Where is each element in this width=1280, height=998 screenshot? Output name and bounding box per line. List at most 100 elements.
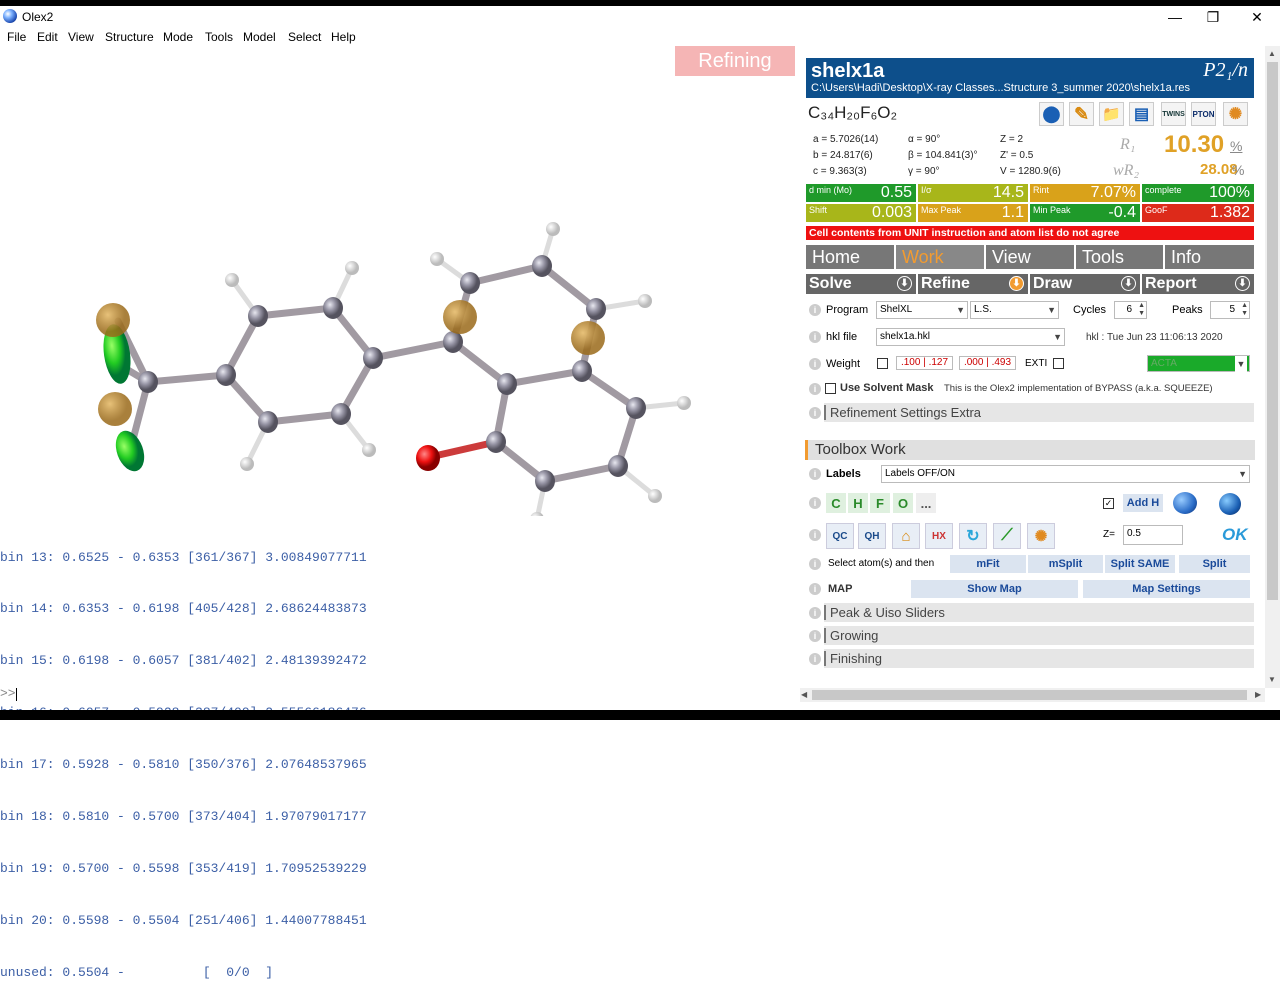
info-icon[interactable]: i xyxy=(809,407,821,419)
info-icon[interactable]: i xyxy=(809,558,821,570)
stat-completeness[interactable]: complete 100% xyxy=(1142,184,1254,202)
info-icon[interactable]: i xyxy=(809,358,821,370)
toolbox-work-header[interactable]: Toolbox Work xyxy=(805,440,1255,460)
add-h-button[interactable]: Add H xyxy=(1123,494,1163,512)
panel-horizontal-scrollbar[interactable]: ◀ ▶ xyxy=(800,688,1265,702)
info-icon[interactable]: i xyxy=(809,529,821,541)
tab-view[interactable]: View xyxy=(986,245,1074,269)
ok-button[interactable]: OK xyxy=(1222,525,1248,545)
settings-icon[interactable]: ✺ xyxy=(1223,102,1248,126)
folder-icon[interactable]: 📁 xyxy=(1099,102,1124,126)
show-map-button[interactable]: Show Map xyxy=(911,580,1078,598)
add-h-checkbox[interactable]: ✓ xyxy=(1103,498,1114,509)
element-c-button[interactable]: C xyxy=(826,493,846,513)
stat-max-peak[interactable]: Max Peak 1.1 xyxy=(918,204,1028,222)
peaks-spinner[interactable]: 5 ▲ ▼ xyxy=(1210,301,1250,319)
menu-mode[interactable]: Mode xyxy=(163,30,193,44)
info-icon[interactable]: i xyxy=(809,630,821,642)
info-icon[interactable]: i xyxy=(809,653,821,665)
tab-info[interactable]: Info xyxy=(1165,245,1254,269)
scroll-up-icon[interactable]: ▲ xyxy=(1268,49,1276,58)
program-select[interactable]: ShelXL ▼ xyxy=(876,301,968,319)
broom-icon[interactable]: ⌂ xyxy=(892,523,920,549)
weight-suggested[interactable]: .000 | .493 xyxy=(959,356,1016,370)
scrollbar-thumb[interactable] xyxy=(812,690,1247,700)
subtab-refine[interactable]: Refine ⬇ xyxy=(918,274,1028,294)
solvent-mask-checkbox[interactable] xyxy=(825,383,836,394)
method-select[interactable]: L.S. ▼ xyxy=(970,301,1059,319)
stat-rint[interactable]: Rint 7.07% xyxy=(1030,184,1140,202)
notepad-icon[interactable]: ▤ xyxy=(1129,102,1154,126)
tab-work[interactable]: Work xyxy=(896,245,984,269)
menu-help[interactable]: Help xyxy=(331,30,356,44)
cycles-spinner[interactable]: 6 ▲ ▼ xyxy=(1114,301,1147,319)
menu-file[interactable]: File xyxy=(7,30,26,44)
split-same-button[interactable]: Split SAME xyxy=(1105,555,1175,573)
menu-edit[interactable]: Edit xyxy=(37,30,58,44)
molecule-model[interactable] xyxy=(0,46,800,516)
chemical-formula[interactable]: C₃₄H₂₀F₆O₂ xyxy=(808,103,897,123)
mfit-button[interactable]: mFit xyxy=(950,555,1026,573)
menu-view[interactable]: View xyxy=(68,30,94,44)
qh-icon[interactable]: QH xyxy=(858,523,886,549)
more-elements-button[interactable]: ... xyxy=(916,493,936,513)
menu-model[interactable]: Model xyxy=(243,30,276,44)
info-icon[interactable]: i xyxy=(809,383,821,395)
grow-icon[interactable]: ⟋ xyxy=(993,523,1021,549)
tab-home[interactable]: Home xyxy=(806,245,894,269)
weight-checkbox[interactable] xyxy=(877,358,888,369)
acta-select[interactable]: ACTA ▼ xyxy=(1147,355,1250,372)
solve-icon[interactable]: ⬤ xyxy=(1039,102,1064,126)
subtab-draw[interactable]: Draw ⬇ xyxy=(1030,274,1140,294)
space-group[interactable]: P2₁/n xyxy=(1203,59,1248,82)
element-h-button[interactable]: H xyxy=(848,493,868,513)
weight-current[interactable]: .100 | .127 xyxy=(896,356,953,370)
info-icon[interactable]: i xyxy=(809,497,821,509)
refinement-settings-extra[interactable]: Refinement Settings Extra xyxy=(824,403,1254,422)
info-icon[interactable]: i xyxy=(809,304,821,316)
pton-icon[interactable]: PTON xyxy=(1191,102,1216,126)
twins-icon[interactable]: TWINS xyxy=(1161,102,1186,126)
peak-uiso-sliders-section[interactable]: Peak & Uiso Sliders xyxy=(824,603,1254,622)
pencil-icon[interactable]: ✎ xyxy=(1069,102,1094,126)
sphere-solid-icon[interactable] xyxy=(1219,493,1241,515)
scroll-right-icon[interactable]: ▶ xyxy=(1255,690,1261,699)
stat-min-peak[interactable]: Min Peak -0.4 xyxy=(1030,204,1140,222)
exti-checkbox[interactable] xyxy=(1053,358,1064,369)
sphere-view-icon[interactable] xyxy=(1173,492,1197,514)
menu-tools[interactable]: Tools xyxy=(205,30,233,44)
split-button[interactable]: Split xyxy=(1179,555,1250,573)
scroll-down-icon[interactable]: ▼ xyxy=(1268,675,1276,684)
subtab-solve[interactable]: Solve ⬇ xyxy=(806,274,916,294)
z-input[interactable]: 0.5 xyxy=(1123,525,1183,545)
finishing-section[interactable]: Finishing xyxy=(824,649,1254,668)
stat-dmin[interactable]: d min (Mo) 0.55 xyxy=(806,184,916,202)
panel-vertical-scrollbar[interactable]: ▲ ▼ xyxy=(1265,46,1280,688)
stat-shift[interactable]: Shift 0.003 xyxy=(806,204,916,222)
center-icon[interactable]: ✺ xyxy=(1027,523,1055,549)
element-f-button[interactable]: F xyxy=(870,493,890,513)
stat-goof[interactable]: GooF 1.382 xyxy=(1142,204,1254,222)
subtab-report[interactable]: Report ⬇ xyxy=(1142,274,1254,294)
info-icon[interactable]: i xyxy=(809,468,821,480)
hx-icon[interactable]: HX xyxy=(925,523,953,549)
maximize-button[interactable]: ❐ xyxy=(1190,6,1236,28)
msplit-button[interactable]: mSplit xyxy=(1028,555,1103,573)
menu-structure[interactable]: Structure xyxy=(105,30,154,44)
qc-icon[interactable]: QC xyxy=(826,523,854,549)
close-button[interactable]: ✕ xyxy=(1234,6,1280,28)
labels-select[interactable]: Labels OFF/ON ▼ xyxy=(881,465,1250,483)
redo-icon[interactable]: ↻ xyxy=(959,523,987,549)
info-icon[interactable]: i xyxy=(809,331,821,343)
element-o-button[interactable]: O xyxy=(893,493,913,513)
menu-select[interactable]: Select xyxy=(288,30,321,44)
tab-tools[interactable]: Tools xyxy=(1076,245,1163,269)
stat-i-sigma[interactable]: I/σ 14.5 xyxy=(918,184,1028,202)
growing-section[interactable]: Growing xyxy=(824,626,1254,645)
command-prompt[interactable]: >> xyxy=(0,686,16,701)
map-settings-button[interactable]: Map Settings xyxy=(1083,580,1250,598)
scrollbar-thumb[interactable] xyxy=(1267,62,1278,600)
scroll-left-icon[interactable]: ◀ xyxy=(801,690,807,699)
hkl-file-select[interactable]: shelx1a.hkl ▼ xyxy=(876,328,1065,346)
info-icon[interactable]: i xyxy=(809,607,821,619)
